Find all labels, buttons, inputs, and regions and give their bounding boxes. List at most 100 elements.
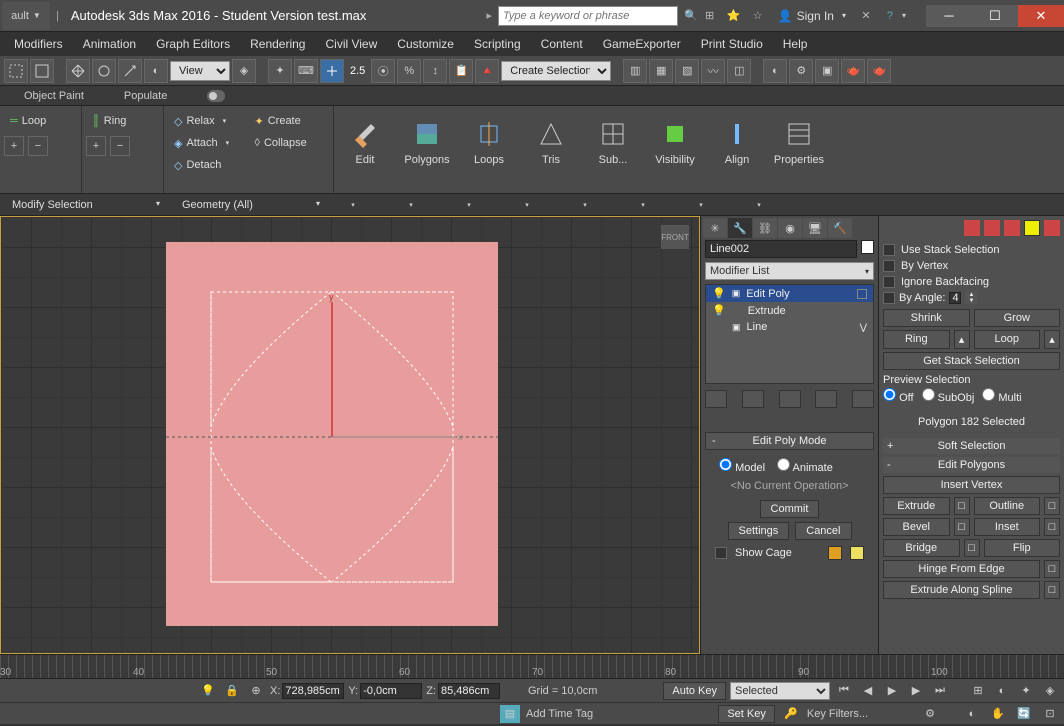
- maximize-button[interactable]: ☐: [972, 5, 1018, 27]
- stack-line[interactable]: ▣Line⋁: [706, 319, 873, 335]
- nav-icon4[interactable]: ◈: [1040, 682, 1060, 700]
- play-icon[interactable]: ▶: [882, 682, 902, 700]
- y-input[interactable]: [360, 683, 422, 699]
- help-search[interactable]: [498, 6, 678, 26]
- menu-customize[interactable]: Customize: [387, 33, 464, 55]
- extrude-settings-icon[interactable]: □: [954, 497, 970, 515]
- menu-civil-view[interactable]: Civil View: [315, 33, 387, 55]
- rendered-frame-icon[interactable]: ▣: [815, 59, 839, 83]
- loop-button[interactable]: Loop: [974, 330, 1041, 349]
- pivot-icon[interactable]: ◈: [232, 59, 256, 83]
- next-frame-icon[interactable]: ▶: [906, 682, 926, 700]
- nav-icon7[interactable]: 🔄: [1014, 705, 1034, 723]
- by-angle-checkbox[interactable]: [883, 292, 895, 304]
- create-button[interactable]: ✦Create: [249, 110, 330, 132]
- rotate-icon[interactable]: [92, 59, 116, 83]
- schematic-icon[interactable]: ◫: [727, 59, 751, 83]
- auto-key-button[interactable]: Auto Key: [663, 682, 726, 700]
- add-time-tag-label[interactable]: Add Time Tag: [526, 708, 593, 720]
- signin-button[interactable]: 👤 Sign In ▾: [770, 9, 854, 23]
- polygons-button[interactable]: Polygons: [398, 108, 456, 176]
- menu-graph-editors[interactable]: Graph Editors: [146, 33, 240, 55]
- align-button[interactable]: Align: [708, 108, 766, 176]
- ignore-backfacing-checkbox[interactable]: [883, 276, 895, 288]
- loop-button[interactable]: ═Loop: [4, 110, 77, 132]
- show-cage-checkbox[interactable]: [715, 547, 727, 559]
- material-editor-icon[interactable]: ◐: [763, 59, 787, 83]
- detach-button[interactable]: ◇Detach: [168, 154, 249, 176]
- subdivision-button[interactable]: Sub...: [584, 108, 642, 176]
- spinner-snap-icon[interactable]: ↕: [423, 59, 447, 83]
- menu-print-studio[interactable]: Print Studio: [691, 33, 773, 55]
- toggle-icon[interactable]: [207, 90, 225, 102]
- app-menu-dropdown[interactable]: ault ▼: [2, 2, 50, 30]
- goto-end-icon[interactable]: ⏭: [930, 682, 950, 700]
- layers-icon[interactable]: ▦: [649, 59, 673, 83]
- prev-frame-icon[interactable]: ◀: [858, 682, 878, 700]
- time-config-icon[interactable]: ⚙: [920, 705, 940, 723]
- object-name-input[interactable]: [705, 240, 857, 258]
- close-button[interactable]: ✕: [1018, 5, 1064, 27]
- ring-shrink-button[interactable]: −: [110, 136, 130, 156]
- flip-button[interactable]: Flip: [984, 539, 1061, 557]
- coord-icon[interactable]: ⊕: [246, 682, 266, 700]
- render-icon[interactable]: 🫖: [841, 59, 865, 83]
- help-icon[interactable]: ?: [880, 6, 900, 26]
- utilities-tab-icon[interactable]: 🔨: [828, 218, 852, 238]
- keyboard-shortcut-icon[interactable]: ⌨: [294, 59, 318, 83]
- commit-button[interactable]: Commit: [760, 500, 820, 518]
- render-production-icon[interactable]: 🫖: [867, 59, 891, 83]
- angle-spinner[interactable]: [949, 292, 961, 304]
- edit-button[interactable]: Edit: [336, 108, 394, 176]
- show-end-result-icon[interactable]: [742, 390, 764, 408]
- select-manipulate-icon[interactable]: ✦: [268, 59, 292, 83]
- menu-rendering[interactable]: Rendering: [240, 33, 315, 55]
- align-icon[interactable]: ▥: [623, 59, 647, 83]
- modify-tab-icon[interactable]: 🔧: [728, 218, 752, 238]
- menu-gameexporter[interactable]: GameExporter: [593, 33, 691, 55]
- bridge-button[interactable]: Bridge: [883, 539, 960, 557]
- menu-modifiers[interactable]: Modifiers: [4, 33, 73, 55]
- extrude-spline-settings-icon[interactable]: □: [1044, 581, 1060, 599]
- extrude-button[interactable]: Extrude: [883, 497, 950, 515]
- modify-selection-dropdown[interactable]: Modify Selection: [4, 197, 164, 213]
- object-color-swatch[interactable]: [861, 240, 874, 254]
- nav-icon3[interactable]: ✦: [1016, 682, 1036, 700]
- ring-button[interactable]: ║Ring: [86, 110, 159, 132]
- border-icon[interactable]: [1004, 220, 1020, 236]
- move-icon[interactable]: [66, 59, 90, 83]
- loop-spin[interactable]: ▴: [1044, 330, 1060, 349]
- goto-start-icon[interactable]: ⏮: [834, 682, 854, 700]
- soft-selection-rollout[interactable]: +Soft Selection: [883, 438, 1060, 454]
- attach-button[interactable]: ◈Attach▾: [168, 132, 249, 154]
- menu-scripting[interactable]: Scripting: [464, 33, 531, 55]
- set-key-button[interactable]: Set Key: [718, 705, 775, 723]
- hinge-settings-icon[interactable]: □: [1044, 560, 1060, 578]
- named-selection-dropdown[interactable]: Create Selection Se: [501, 61, 611, 81]
- inset-settings-icon[interactable]: □: [1044, 518, 1060, 536]
- ref-coord-dropdown[interactable]: View: [170, 61, 230, 81]
- curve-editor-icon[interactable]: 〰: [701, 59, 725, 83]
- named-selection-icon[interactable]: 📋: [449, 59, 473, 83]
- loop-grow-button[interactable]: +: [4, 136, 24, 156]
- menu-animation[interactable]: Animation: [73, 33, 146, 55]
- hierarchy-tab-icon[interactable]: ⛓: [753, 218, 777, 238]
- cancel-button[interactable]: Cancel: [795, 522, 851, 540]
- x-input[interactable]: [282, 683, 344, 699]
- loop-shrink-button[interactable]: −: [28, 136, 48, 156]
- use-stack-checkbox[interactable]: [883, 244, 895, 256]
- nav-icon1[interactable]: ⊞: [968, 682, 988, 700]
- selection-window-icon[interactable]: [30, 59, 54, 83]
- by-vertex-checkbox[interactable]: [883, 260, 895, 272]
- nav-icon6[interactable]: ✋: [988, 705, 1008, 723]
- settings-button[interactable]: Settings: [728, 522, 790, 540]
- timeline[interactable]: 30 40 50 60 70 80 90 100: [0, 654, 1064, 678]
- animate-radio[interactable]: Animate: [777, 458, 833, 474]
- ring-spin[interactable]: ▴: [954, 330, 970, 349]
- properties-button[interactable]: Properties: [770, 108, 828, 176]
- model-radio[interactable]: Model: [719, 458, 765, 474]
- vertex-icon[interactable]: [964, 220, 980, 236]
- hinge-button[interactable]: Hinge From Edge: [883, 560, 1040, 578]
- placement-icon[interactable]: ◐: [144, 59, 168, 83]
- preview-off-radio[interactable]: Off: [883, 388, 914, 404]
